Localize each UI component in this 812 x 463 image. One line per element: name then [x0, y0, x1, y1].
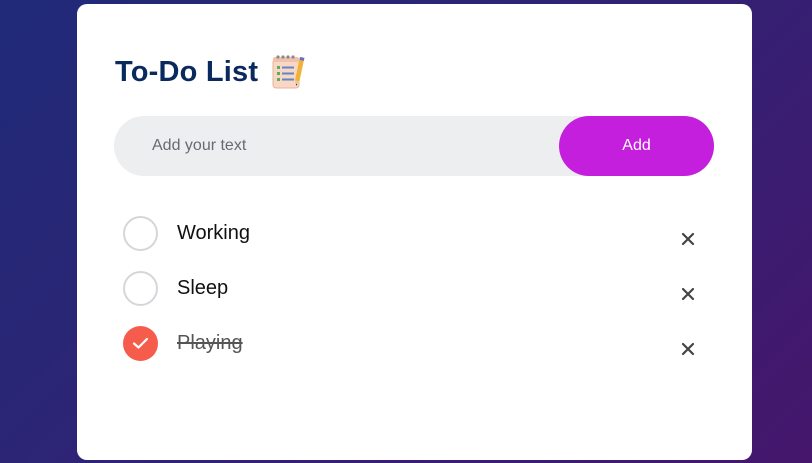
- task-label[interactable]: Playing: [177, 332, 243, 355]
- add-task-bar: Add: [114, 116, 714, 176]
- add-button[interactable]: Add: [559, 116, 714, 176]
- close-icon[interactable]: [680, 341, 696, 357]
- task-list: Working Sleep Playing: [123, 214, 703, 379]
- list-item: Working: [123, 214, 703, 269]
- list-item: Playing: [123, 324, 703, 379]
- page-title: To-Do List: [115, 55, 259, 88]
- checked-circle-icon[interactable]: [123, 326, 158, 361]
- close-icon[interactable]: [680, 231, 696, 247]
- task-input[interactable]: [114, 116, 554, 176]
- list-item: Sleep: [123, 269, 703, 324]
- title-row: To-Do List: [115, 52, 308, 92]
- close-icon[interactable]: [680, 286, 696, 302]
- notepad-icon: [270, 54, 308, 90]
- task-label[interactable]: Sleep: [177, 277, 228, 300]
- unchecked-circle-icon[interactable]: [123, 216, 158, 251]
- todo-card: To-Do List Add your text Add Working Sle…: [77, 4, 752, 460]
- unchecked-circle-icon[interactable]: [123, 271, 158, 306]
- task-label[interactable]: Working: [177, 222, 250, 245]
